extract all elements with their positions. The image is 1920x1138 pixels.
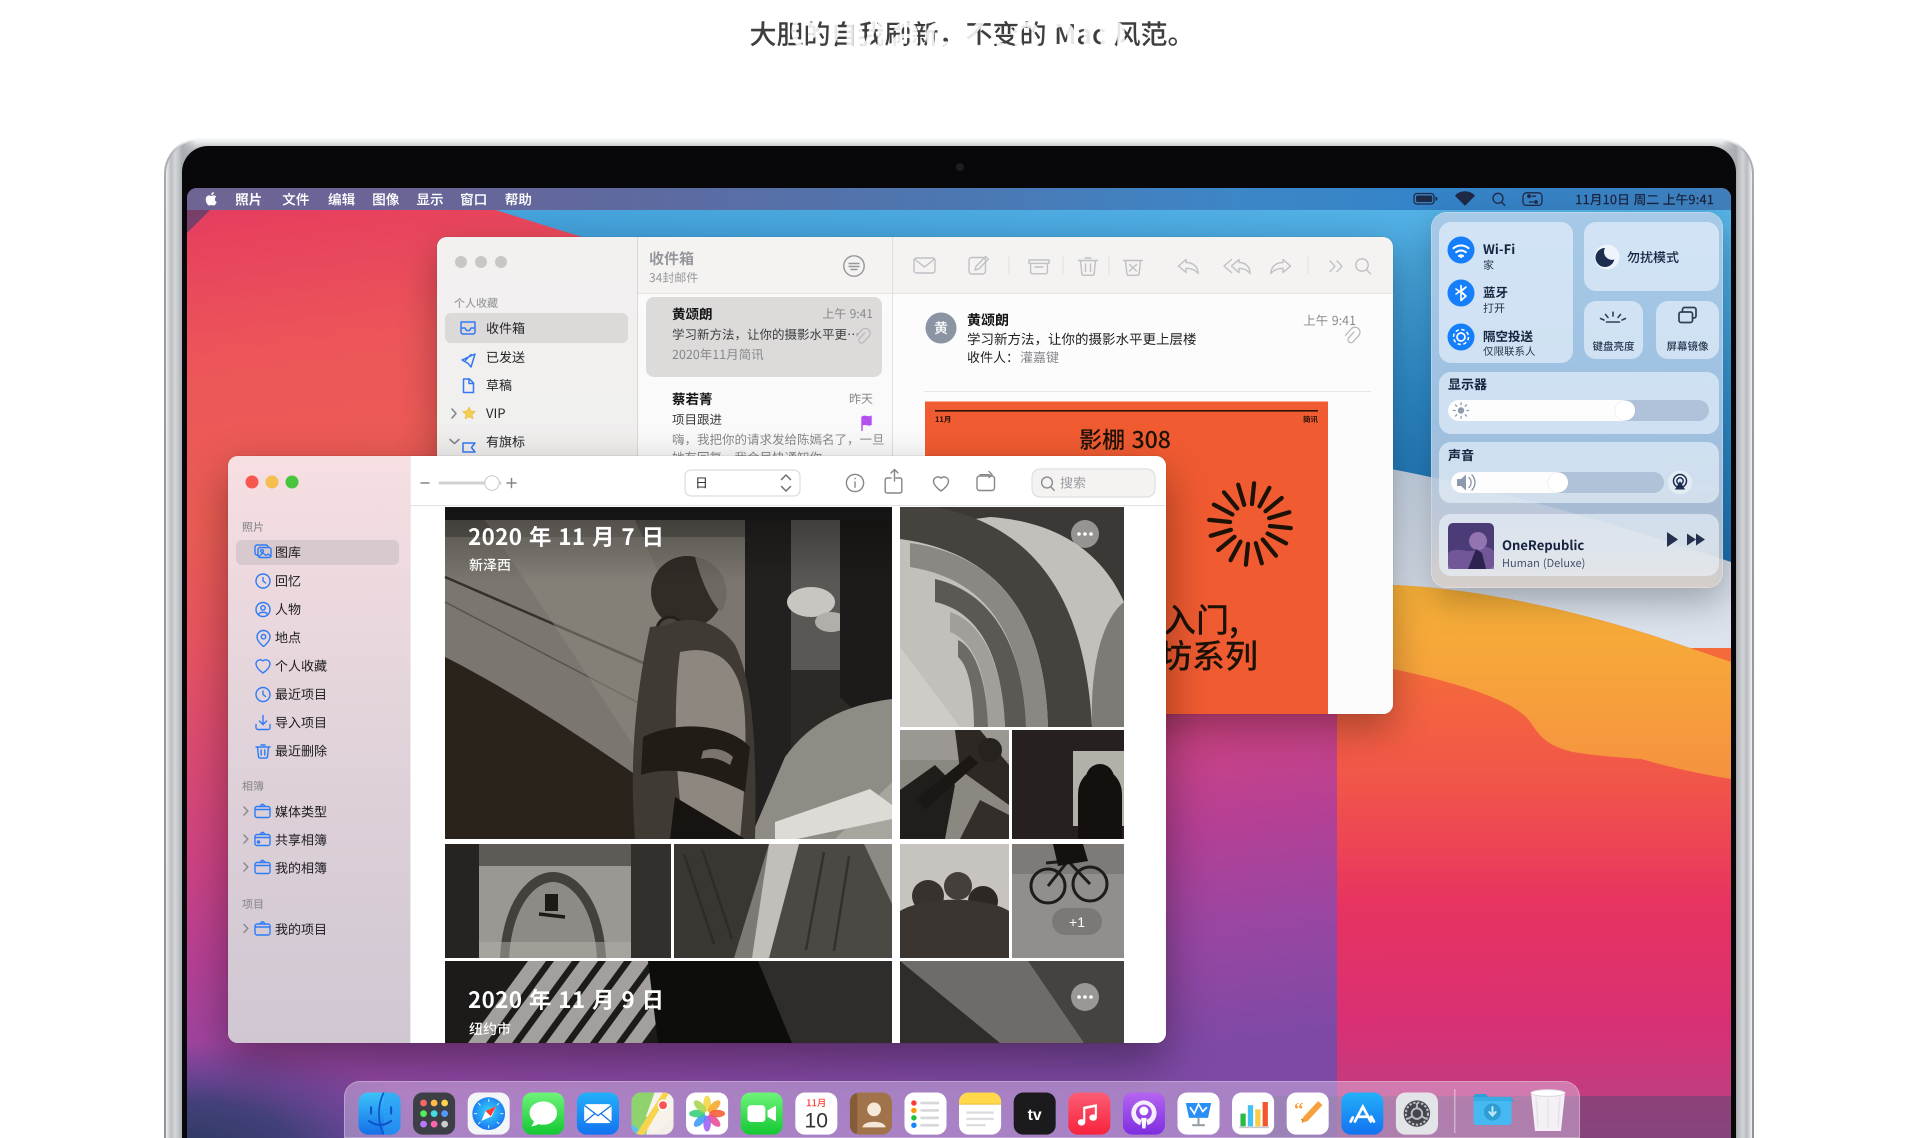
svg-text:“: “: [1294, 1100, 1304, 1121]
svg-text:+1: +1: [1069, 914, 1085, 930]
svg-text:MacZ.com: MacZ.com: [843, 3, 1131, 63]
svg-text:10: 10: [805, 1109, 828, 1132]
svg-text:tv: tv: [1028, 1107, 1042, 1124]
